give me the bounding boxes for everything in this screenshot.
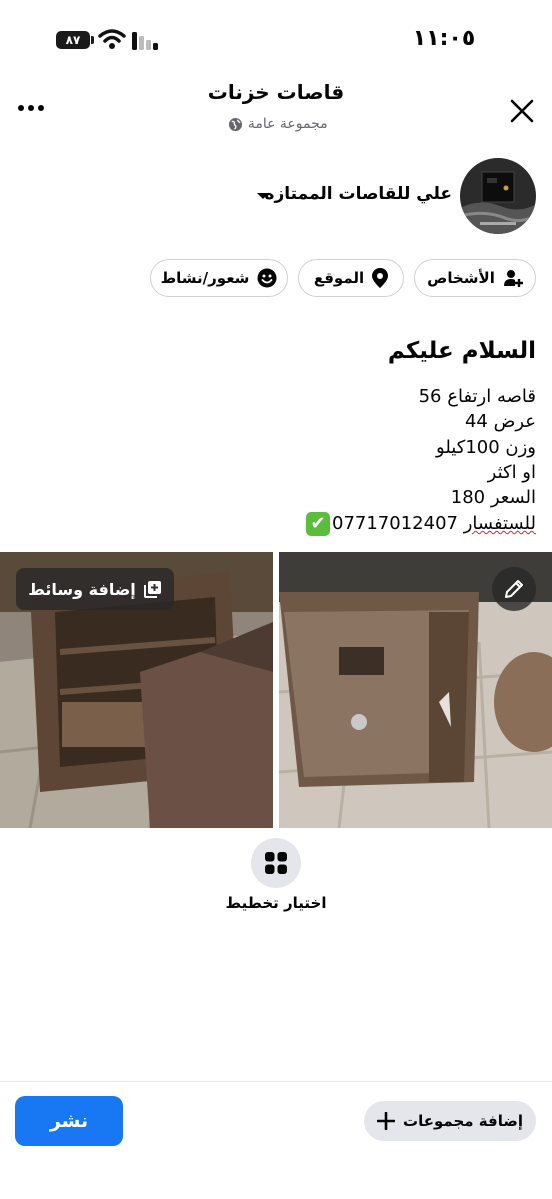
- grid-layout-icon: [265, 852, 287, 874]
- add-groups-button[interactable]: إضافة مجموعات: [364, 1101, 536, 1141]
- author-name[interactable]: علي للقاصات الممتازه: [170, 184, 452, 204]
- caret-down-icon[interactable]: [256, 191, 270, 201]
- contact-number: 07717012407: [332, 513, 458, 534]
- location-button[interactable]: الموقع: [298, 259, 404, 297]
- post-contact-line[interactable]: للستفسار 07717012407✔: [236, 512, 536, 536]
- chip-label: الأشخاص: [427, 269, 495, 287]
- footer-divider: [0, 1081, 552, 1082]
- feeling-activity-button[interactable]: شعور/نشاط: [150, 259, 288, 297]
- post-heading[interactable]: السلام عليكم: [300, 338, 536, 364]
- battery-indicator: ٨٧: [56, 31, 90, 49]
- post-line[interactable]: وزن 100كيلو: [236, 436, 536, 460]
- choose-layout-label[interactable]: اختيار تخطيط: [176, 894, 376, 912]
- privacy-label: مجموعة عامة: [247, 116, 328, 132]
- more-icon[interactable]: [16, 98, 46, 118]
- post-line[interactable]: عرض 44: [236, 410, 536, 434]
- chip-label: الموقع: [313, 269, 365, 287]
- contact-word: للستفسار: [463, 513, 536, 534]
- close-icon[interactable]: [508, 97, 536, 125]
- post-line[interactable]: قاصه ارتفاع 56: [236, 385, 536, 409]
- post-line[interactable]: او اكثر: [236, 461, 536, 485]
- group-title: قاصات خزنات: [207, 80, 345, 104]
- chip-label: شعور/نشاط: [160, 269, 250, 287]
- choose-layout-button[interactable]: [251, 838, 301, 888]
- plus-icon: [377, 1112, 396, 1130]
- location-pin-icon: [372, 268, 389, 288]
- wifi-icon: [98, 29, 126, 49]
- person-add-icon: [503, 270, 523, 287]
- smiley-icon: [257, 268, 277, 288]
- avatar: [460, 158, 536, 234]
- add-photo-icon: [143, 581, 161, 598]
- avatar-safe-image: [460, 158, 536, 234]
- globe-icon: [229, 117, 243, 131]
- add-groups-label: إضافة مجموعات: [403, 1112, 523, 1130]
- battery-tip: [91, 36, 94, 44]
- status-time: ١١:٠٥: [412, 26, 476, 51]
- check-mark-icon: ✔: [306, 512, 330, 536]
- cellular-signal-icon: [132, 32, 158, 50]
- group-privacy: مجموعة عامة: [150, 116, 402, 132]
- edit-media-button[interactable]: [492, 567, 536, 611]
- pencil-icon: [505, 580, 523, 598]
- add-media-label: إضافة وسائط: [28, 579, 136, 599]
- tag-people-button[interactable]: الأشخاص: [414, 259, 536, 297]
- add-media-button[interactable]: إضافة وسائط: [16, 568, 174, 610]
- publish-button[interactable]: نشر: [15, 1096, 123, 1146]
- post-line[interactable]: السعر 180: [236, 486, 536, 510]
